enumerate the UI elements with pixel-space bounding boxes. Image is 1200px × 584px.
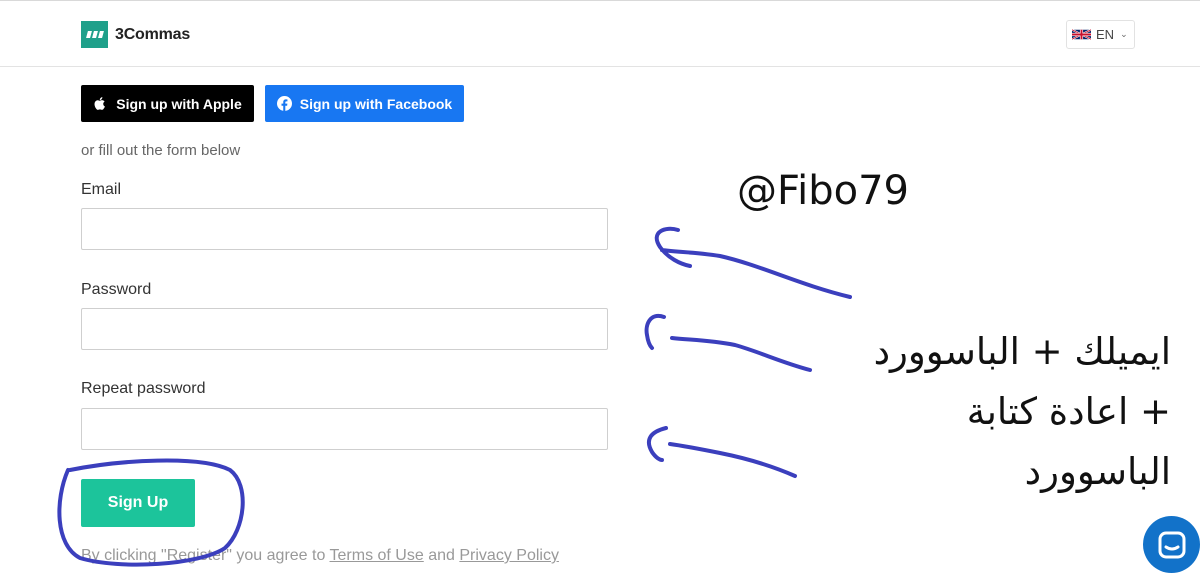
apple-icon bbox=[94, 97, 106, 110]
facebook-icon bbox=[276, 96, 292, 111]
arabic-note: ايميلك + الباسوورد + اعادة كتابة الباسوو… bbox=[826, 322, 1171, 502]
privacy-policy-link[interactable]: Privacy Policy bbox=[459, 547, 559, 564]
chat-icon bbox=[1158, 531, 1185, 558]
terms-of-use-link[interactable]: Terms of Use bbox=[330, 547, 424, 564]
uk-flag-icon bbox=[1072, 28, 1091, 41]
legal-notice: By clicking "Register" you agree to Term… bbox=[81, 547, 559, 565]
arrow-to-repeat-password bbox=[646, 426, 797, 478]
chat-launcher-button[interactable] bbox=[1143, 516, 1200, 573]
arrow-to-password bbox=[644, 313, 812, 372]
brand-name: 3Commas bbox=[115, 25, 191, 43]
facebook-signup-label: Sign up with Facebook bbox=[299, 95, 453, 112]
password-field[interactable] bbox=[81, 308, 608, 350]
top-bar: 3Commas EN ⌄ bbox=[0, 0, 1200, 67]
email-field[interactable] bbox=[81, 208, 608, 250]
logo[interactable]: 3Commas bbox=[81, 21, 190, 48]
apple-signup-label: Sign up with Apple bbox=[116, 95, 242, 112]
email-label: Email bbox=[81, 181, 122, 198]
form-intro-text: or fill out the form below bbox=[81, 142, 241, 159]
chevron-down-icon: ⌄ bbox=[1120, 29, 1128, 39]
author-handle: @Fibo79 bbox=[737, 168, 909, 214]
apple-signup-button[interactable]: Sign up with Apple bbox=[81, 85, 254, 122]
page: 3Commas EN ⌄ Sign up with Apple Sign up … bbox=[0, 0, 1200, 584]
language-selector[interactable]: EN ⌄ bbox=[1066, 20, 1135, 49]
facebook-signup-button[interactable]: Sign up with Facebook bbox=[265, 85, 464, 122]
legal-prefix: By clicking "Register" you agree to bbox=[81, 547, 326, 564]
repeat-password-field[interactable] bbox=[81, 408, 608, 450]
sign-up-button[interactable]: Sign Up bbox=[81, 479, 195, 527]
repeat-password-label: Repeat password bbox=[81, 380, 206, 397]
logo-mark-icon bbox=[81, 21, 108, 48]
arabic-note-line-2: + اعادة كتابة bbox=[966, 390, 1171, 433]
arabic-note-line-1: ايميلك + الباسوورد bbox=[873, 330, 1171, 373]
arabic-note-line-3: الباسوورد bbox=[1024, 450, 1171, 493]
legal-and: and bbox=[428, 547, 455, 564]
arrow-to-email bbox=[654, 226, 852, 299]
language-code: EN bbox=[1096, 27, 1115, 42]
password-label: Password bbox=[81, 281, 152, 298]
